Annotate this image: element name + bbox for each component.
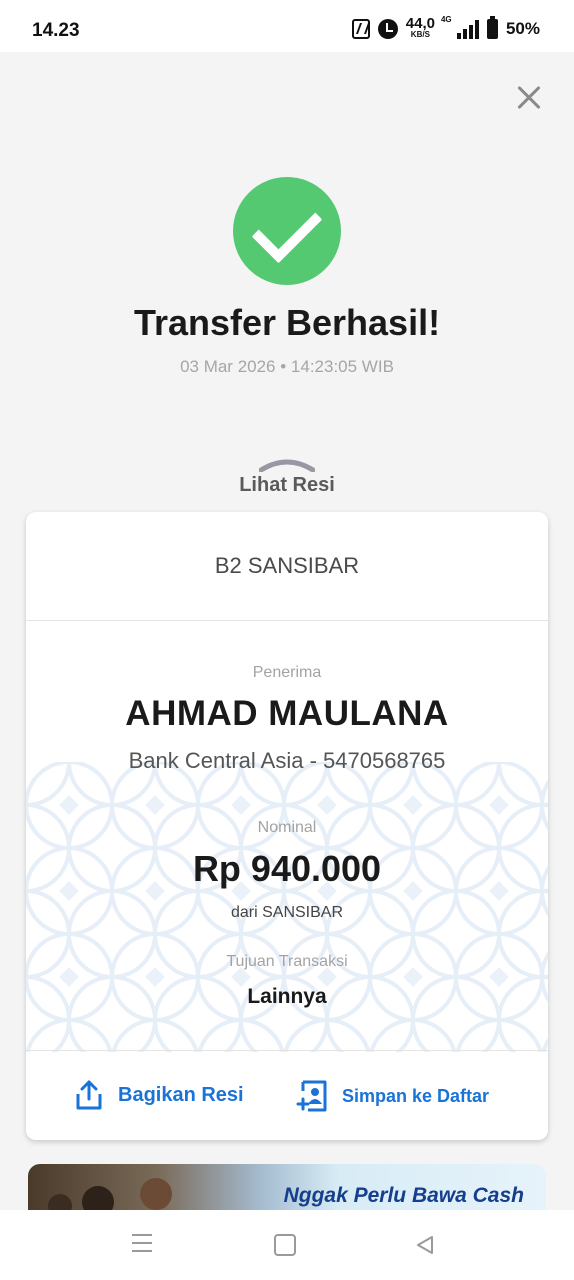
save-to-list-button[interactable]: Simpan ke Daftar — [296, 1079, 489, 1113]
share-receipt-button[interactable]: Bagikan Resi — [74, 1079, 244, 1111]
back-icon[interactable] — [414, 1234, 436, 1256]
page-title: Transfer Berhasil! — [133, 302, 441, 343]
transaction-datetime: 03 Mar 2026 • 14:23:05 WIB — [180, 357, 394, 376]
network-speed: 44,0 KB/S — [406, 16, 435, 39]
nfc-icon — [351, 18, 370, 39]
recipient-bank: Bank Central Asia - 5470568765 — [128, 748, 446, 773]
status-bar: 14.23 44,0 KB/S 4G 50% — [0, 0, 574, 52]
alarm-icon — [377, 18, 398, 39]
banner-text: Nggak Perlu Bawa Cash — [283, 1184, 524, 1207]
save-to-list-label: Simpan ke Daftar — [342, 1085, 490, 1106]
network-type: 4G — [440, 14, 452, 24]
menu-icon[interactable] — [132, 1234, 152, 1254]
purpose-value: Lainnya — [247, 985, 327, 1008]
battery-icon — [486, 15, 498, 39]
purpose-label: Tujuan Transaksi — [226, 953, 348, 970]
add-contact-icon — [296, 1080, 327, 1112]
system-nav-bar — [0, 1210, 574, 1280]
status-icons: 44,0 KB/S 4G 50% — [351, 15, 540, 39]
recipient-label: Penerima — [252, 664, 322, 681]
status-time: 14.23 — [32, 20, 80, 41]
recipient-name: AHMAD MAULANA — [125, 694, 449, 733]
check-circle-icon — [233, 177, 341, 285]
promo-banner[interactable]: Nggak Perlu Bawa Cash — [28, 1164, 546, 1210]
battery-level: 50% — [505, 18, 540, 38]
close-icon[interactable] — [512, 80, 546, 114]
home-icon[interactable] — [274, 1234, 296, 1256]
share-receipt-label: Bagikan Resi — [118, 1083, 244, 1106]
amount-value: Rp 940.000 — [192, 848, 382, 889]
merchant-name: B2 SANSIBAR — [26, 512, 548, 621]
signal-icon: 4G — [441, 15, 479, 39]
receipt-card: B2 SANSIBAR Penerima AHMAD MAULANA Bank … — [26, 512, 548, 1140]
banner-photo — [48, 1178, 172, 1210]
share-icon — [76, 1080, 102, 1110]
chevron-up-icon[interactable] — [259, 456, 315, 472]
view-receipt-toggle[interactable]: Lihat Resi — [0, 474, 574, 497]
source-account: dari SANSIBAR — [230, 904, 344, 921]
receipt-actions: Bagikan Resi Simpan ke Daftar — [26, 1050, 548, 1140]
amount-label: Nominal — [257, 819, 317, 836]
